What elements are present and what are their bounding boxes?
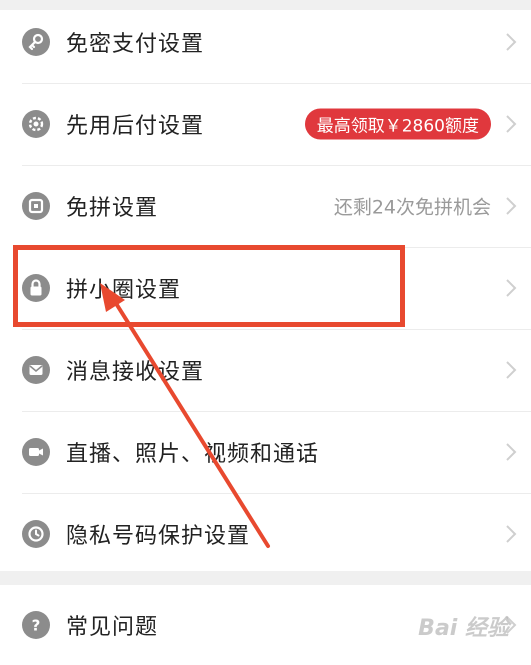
key-icon: [22, 28, 50, 56]
highlight-box: [13, 245, 405, 327]
ticket-icon: [22, 192, 50, 220]
chevron-right-icon: [506, 279, 517, 297]
settings-item-password-free-payment[interactable]: 免密支付设置: [0, 2, 531, 82]
question-icon: ?: [22, 611, 50, 639]
section-gap: [0, 571, 531, 585]
camera-icon: [22, 438, 50, 466]
svg-text:?: ?: [32, 617, 41, 635]
settings-item-message-receive[interactable]: 消息接收设置: [0, 330, 531, 410]
credit-limit-badge: 最高领取￥2860额度: [304, 108, 491, 140]
mail-icon: [22, 356, 50, 384]
settings-item-label: 消息接收设置: [66, 360, 205, 385]
gear-icon: [22, 110, 50, 138]
chevron-right-icon: [506, 115, 517, 133]
remaining-chances-hint: 还剩24次免拼机会: [333, 196, 491, 219]
chevron-right-icon: [506, 197, 517, 215]
shield-icon: [22, 520, 50, 548]
chevron-right-icon: [506, 525, 517, 543]
settings-item-label: 免密支付设置: [66, 32, 205, 57]
settings-item-pay-later[interactable]: 先用后付设置 最高领取￥2860额度: [0, 84, 531, 164]
chevron-right-icon: [506, 443, 517, 461]
settings-item-label: 常见问题: [66, 615, 159, 640]
settings-item-live-photo-video-call[interactable]: 直播、照片、视频和通话: [0, 412, 531, 492]
chevron-right-icon: [506, 33, 517, 51]
settings-item-label: 免拼设置: [66, 196, 159, 221]
settings-item-privacy-number[interactable]: 隐私号码保护设置: [0, 494, 531, 574]
settings-item-label: 直播、照片、视频和通话: [66, 442, 320, 467]
settings-item-group-free[interactable]: 免拼设置 还剩24次免拼机会: [0, 166, 531, 246]
settings-item-label: 隐私号码保护设置: [66, 524, 251, 549]
watermark: Bai 经验: [418, 616, 509, 641]
chevron-right-icon: [506, 361, 517, 379]
settings-item-label: 先用后付设置: [66, 114, 205, 139]
